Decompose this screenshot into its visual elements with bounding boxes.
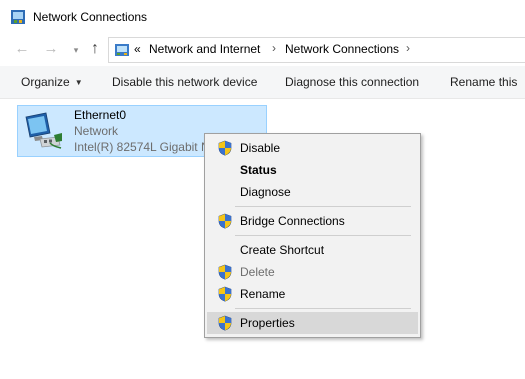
menu-item-label: Status <box>240 163 277 177</box>
organize-button[interactable]: Organize ▼ <box>21 75 83 89</box>
window-title: Network Connections <box>33 10 148 24</box>
address-field[interactable]: « Network and Internet › Network Connect… <box>108 37 525 63</box>
breadcrumb-overflow[interactable]: « <box>134 42 141 56</box>
title-bar: Network Connections <box>0 0 525 34</box>
menu-separator <box>235 235 411 236</box>
menu-item-label: Bridge Connections <box>240 214 345 228</box>
command-bar: Organize ▼ Disable this network device Di… <box>0 66 525 99</box>
diagnose-connection-button[interactable]: Diagnose this connection <box>285 75 419 89</box>
menu-item-diagnose[interactable]: Diagnose <box>207 181 418 203</box>
chevron-right-icon[interactable]: › <box>406 41 410 55</box>
breadcrumb-network-and-internet[interactable]: Network and Internet <box>149 42 260 56</box>
menu-item-label: Delete <box>240 265 275 279</box>
menu-item-status[interactable]: Status <box>207 159 418 181</box>
menu-item-disable[interactable]: Disable <box>207 137 418 159</box>
organize-label: Organize <box>21 75 70 89</box>
chevron-right-icon[interactable]: › <box>272 41 276 55</box>
menu-item-label: Create Shortcut <box>240 243 325 257</box>
control-panel-icon <box>115 44 129 56</box>
menu-separator <box>235 206 411 207</box>
uac-shield-icon <box>217 315 233 331</box>
connection-status: Network <box>74 124 119 138</box>
caret-down-icon: ▼ <box>74 78 83 87</box>
uac-shield-icon <box>217 286 233 302</box>
menu-item-bridge-connections[interactable]: Bridge Connections <box>207 210 418 232</box>
breadcrumb-network-connections[interactable]: Network Connections <box>285 42 399 56</box>
menu-item-rename[interactable]: Rename <box>207 283 418 305</box>
address-bar: ← → ▾ ↑ « Network and Internet › Network… <box>0 34 525 64</box>
menu-item-label: Properties <box>240 316 295 330</box>
connection-name: Ethernet0 <box>74 108 127 122</box>
menu-item-label: Disable <box>240 141 281 155</box>
menu-item-create-shortcut[interactable]: Create Shortcut <box>207 239 418 261</box>
uac-shield-icon <box>217 140 233 156</box>
connection-device: Intel(R) 82574L Gigabit N <box>74 140 210 154</box>
menu-item-delete: Delete <box>207 261 418 283</box>
menu-separator <box>235 308 411 309</box>
arrow-right-icon[interactable]: → <box>42 40 60 58</box>
rename-connection-button[interactable]: Rename this <box>450 75 517 89</box>
menu-item-properties[interactable]: Properties <box>207 312 418 334</box>
menu-item-label: Diagnose <box>240 185 291 199</box>
chevron-down-icon[interactable]: ▾ <box>67 41 85 59</box>
arrow-left-icon[interactable]: ← <box>13 40 31 58</box>
network-connections-icon <box>11 10 25 24</box>
arrow-up-icon[interactable]: ↑ <box>86 40 104 58</box>
uac-shield-icon <box>217 213 233 229</box>
menu-item-label: Rename <box>240 287 286 301</box>
disable-device-button[interactable]: Disable this network device <box>112 75 257 89</box>
context-menu: Disable Status Diagnose Bridge Connectio… <box>204 133 421 338</box>
uac-shield-icon <box>217 264 233 280</box>
ethernet-adapter-icon <box>25 112 62 149</box>
